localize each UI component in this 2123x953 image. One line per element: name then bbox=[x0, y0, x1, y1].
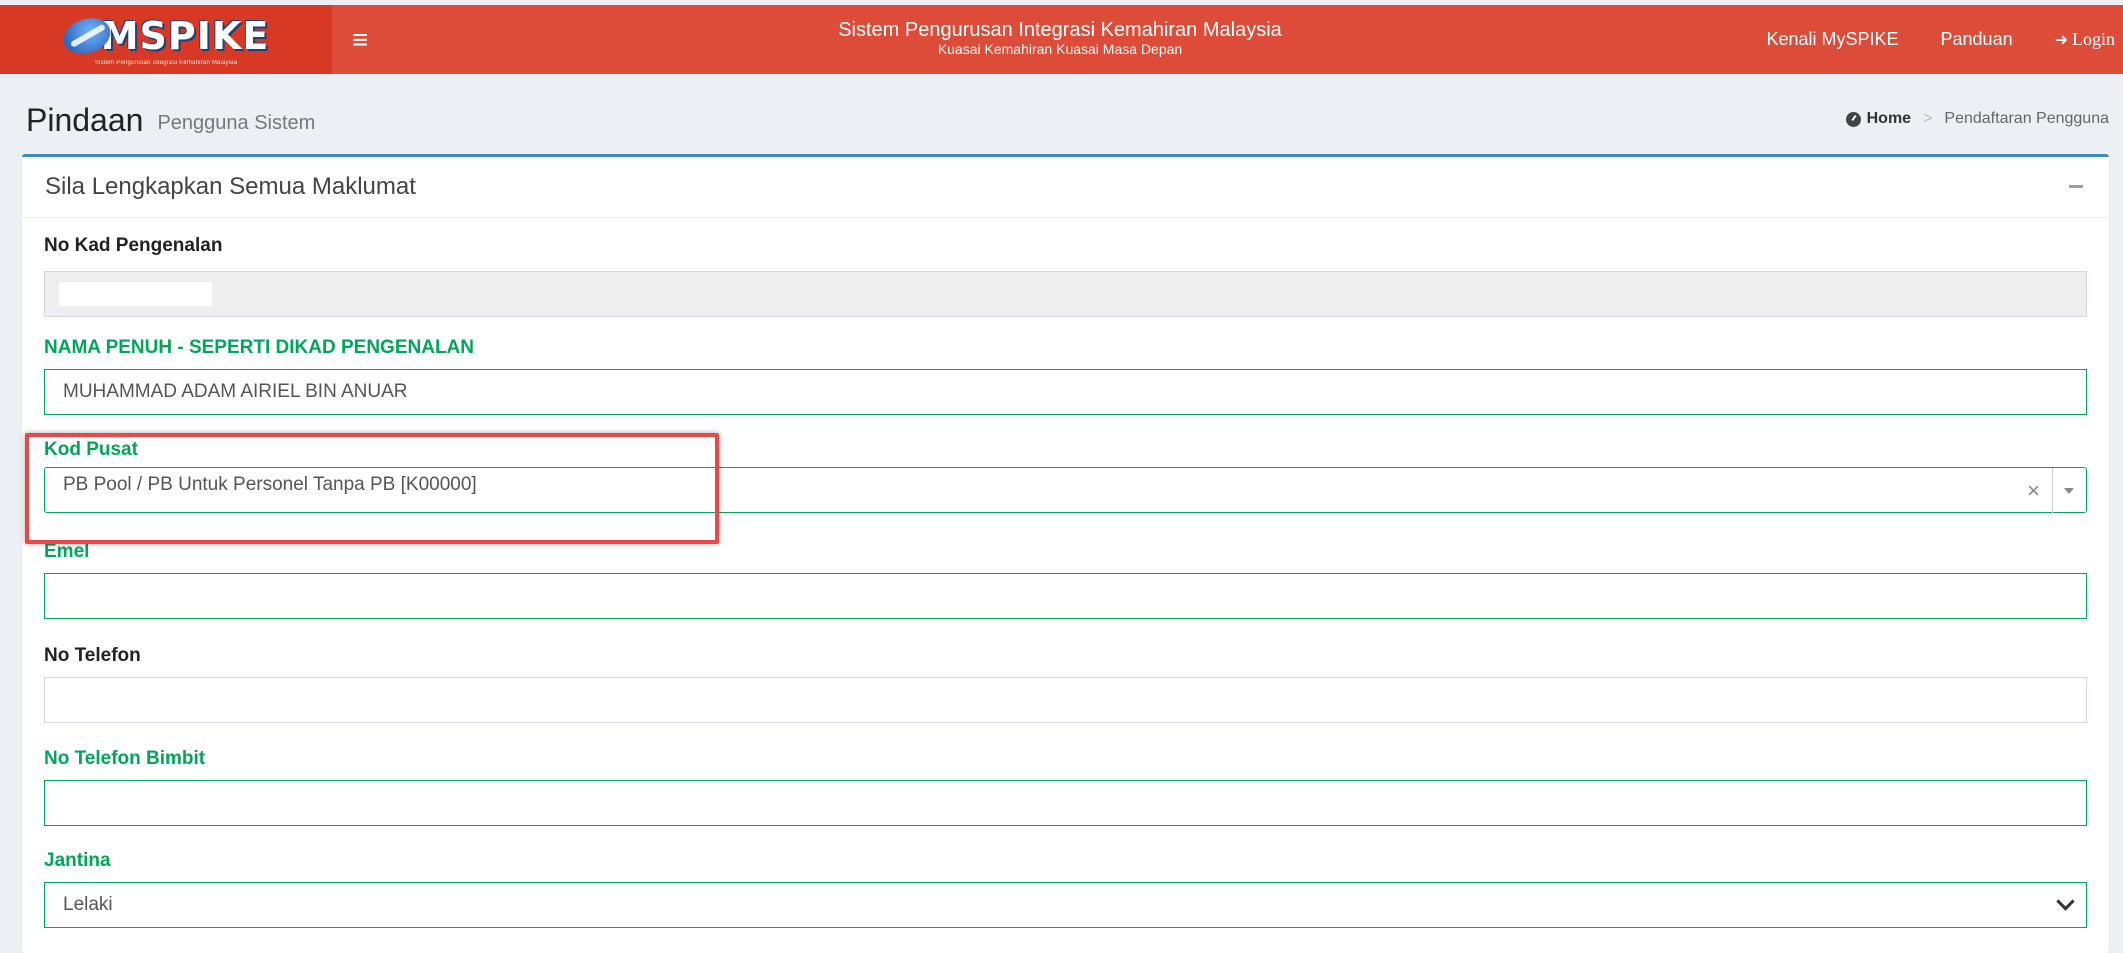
top-navbar: MSPIKE Sistem Pengurusan Integrasi Kemah… bbox=[0, 5, 2123, 74]
nav-panduan[interactable]: Panduan bbox=[1941, 29, 2013, 50]
full-name-input[interactable]: MUHAMMAD ADAM AIRIEL BIN ANUAR bbox=[44, 369, 2087, 415]
top-nav-menu: Kenali MySPIKE Panduan ➜ Login bbox=[1724, 5, 2115, 74]
breadcrumb-home[interactable]: Home bbox=[1867, 110, 1911, 128]
no-telefon-bimbit-label: No Telefon Bimbit bbox=[44, 748, 206, 769]
login-label: Login bbox=[2072, 29, 2115, 49]
breadcrumb-current: Pendaftaran Pengguna bbox=[1944, 110, 2109, 127]
jantina-select[interactable]: Lelaki bbox=[44, 882, 2087, 928]
select-divider bbox=[2052, 468, 2053, 514]
field-ic: No Kad Pengenalan bbox=[44, 235, 2087, 317]
annotation-highlight bbox=[25, 433, 719, 544]
clear-icon[interactable]: × bbox=[2027, 478, 2040, 504]
no-telefon-input[interactable] bbox=[44, 677, 2087, 723]
jantina-value: Lelaki bbox=[63, 894, 113, 915]
nav-login[interactable]: ➜ Login bbox=[2055, 29, 2115, 50]
emel-input[interactable] bbox=[44, 573, 2087, 619]
logo-mark: MSPIKE bbox=[58, 11, 270, 60]
system-title: Sistem Pengurusan Integrasi Kemahiran Ma… bbox=[800, 19, 1320, 57]
breadcrumb-separator: > bbox=[1923, 110, 1933, 127]
ic-label: No Kad Pengenalan bbox=[44, 235, 223, 256]
emel-label: Emel bbox=[44, 541, 90, 562]
collapse-icon[interactable] bbox=[2065, 173, 2087, 195]
full-name-value: MUHAMMAD ADAM AIRIEL BIN ANUAR bbox=[63, 381, 408, 402]
full-name-label: NAMA PENUH - SEPERTI DIKAD PENGENALAN bbox=[44, 337, 474, 358]
content-header: Pindaan Pengguna Sistem Home > Pendaftar… bbox=[26, 100, 2109, 140]
form-box: Sila Lengkapkan Semua Maklumat No Kad Pe… bbox=[22, 154, 2109, 953]
logo-text: MSPIKE bbox=[100, 13, 270, 58]
jantina-label: Jantina bbox=[44, 850, 111, 871]
chevron-down-icon[interactable] bbox=[2056, 892, 2075, 911]
dashboard-icon bbox=[1845, 111, 1861, 127]
box-title: Sila Lengkapkan Semua Maklumat bbox=[45, 173, 416, 200]
ic-value-mask bbox=[59, 282, 212, 306]
system-name: Sistem Pengurusan Integrasi Kemahiran Ma… bbox=[838, 19, 1282, 41]
page-title: Pindaan bbox=[26, 101, 144, 138]
field-no-telefon: No Telefon bbox=[44, 645, 2087, 723]
no-telefon-bimbit-input[interactable] bbox=[44, 780, 2087, 826]
page-subtitle: Pengguna Sistem bbox=[157, 111, 316, 134]
logo-tagline: Sistem Pengurusan Integrasi Kemahiran Ma… bbox=[94, 59, 238, 66]
no-telefon-label: No Telefon bbox=[44, 645, 141, 666]
field-jantina: Jantina Lelaki bbox=[44, 850, 2087, 928]
caret-down-icon[interactable] bbox=[2064, 488, 2074, 494]
sign-in-icon: ➜ bbox=[2054, 31, 2068, 49]
ic-input bbox=[44, 271, 2087, 317]
breadcrumb: Home > Pendaftaran Pengguna bbox=[1845, 110, 2109, 128]
field-no-telefon-bimbit: No Telefon Bimbit bbox=[44, 748, 2087, 826]
field-emel: Emel bbox=[44, 541, 2087, 619]
system-tagline: Kuasai Kemahiran Kuasai Masa Depan bbox=[937, 41, 1183, 57]
logo[interactable]: MSPIKE Sistem Pengurusan Integrasi Kemah… bbox=[0, 5, 332, 74]
field-full-name: NAMA PENUH - SEPERTI DIKAD PENGENALAN MU… bbox=[44, 337, 2087, 415]
nav-kenali-myspike[interactable]: Kenali MySPIKE bbox=[1766, 29, 1898, 50]
box-header: Sila Lengkapkan Semua Maklumat bbox=[22, 157, 2109, 218]
hamburger-icon[interactable]: ≡ bbox=[352, 25, 368, 54]
